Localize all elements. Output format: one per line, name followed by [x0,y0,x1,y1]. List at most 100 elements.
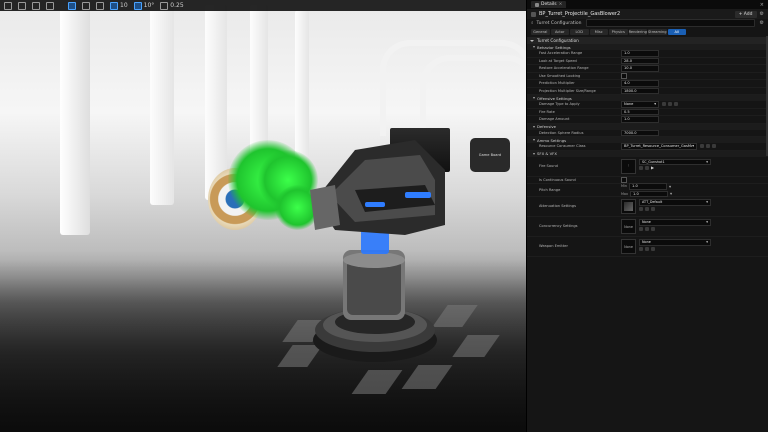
grid-snap-button[interactable]: 10 [110,0,128,11]
edit-icon[interactable] [706,144,710,149]
pitch-max-field[interactable]: 1.0 [630,190,669,197]
property-label: Is Continuous Sound [539,177,576,182]
property-label: Concurrency Settings [539,224,578,228]
tab-general[interactable]: General [531,29,550,35]
grid-snap-value: 10 [120,2,128,9]
tab-streaming[interactable]: Streaming [648,29,667,35]
asset-controls: None ▾ [639,219,711,231]
browse-icon[interactable] [639,226,643,231]
fast-acceleration-range-field[interactable]: 1.0 [621,50,659,57]
tab-actor[interactable]: Actor [550,29,569,35]
property-row: Fire Sound ⫶ SC_Gunshot1 ▾ ▶ [527,157,768,177]
rotate-button[interactable] [82,1,90,10]
clear-icon[interactable] [674,102,678,107]
tab-misc[interactable]: Misc [589,29,608,35]
add-component-button[interactable]: + Add [734,10,757,18]
details-tab[interactable]: Details × [531,1,567,8]
restore-acceleration-range-field[interactable]: 10.0 [621,65,659,72]
browse-icon[interactable] [639,166,643,170]
clear-icon[interactable] [651,226,655,231]
angle-snap-button[interactable]: 10° [133,0,154,11]
attenuation-thumbnail[interactable] [621,199,636,214]
damage-amount-field[interactable]: 1.0 [621,116,659,123]
concurrency-thumbnail[interactable]: None [621,219,636,234]
chevron-down-icon [533,46,535,48]
property-label: Attenuation Settings [539,204,576,208]
tab-lod[interactable]: LOD [570,29,589,35]
fire-sound-dropdown[interactable]: SC_Gunshot1 ▾ [639,158,711,165]
settings-icon[interactable]: ⚙ [760,20,764,26]
translate-icon [68,1,76,10]
reset-icon[interactable] [662,102,666,107]
is-continuous-sound-checkbox[interactable] [621,176,627,183]
prediction-multiplier-field[interactable]: 4.0 [621,80,659,87]
tab-all[interactable]: All [667,29,686,35]
thumbnail-text: None [624,244,633,249]
play-icon[interactable]: ▶ [651,166,655,170]
fire-rate-field[interactable]: 0.5 [621,108,659,115]
show-icon [46,1,54,10]
show-button[interactable] [46,1,54,10]
browse-icon[interactable] [700,144,704,149]
section-turret-configuration[interactable]: Turret Configuration [527,37,768,44]
property-label: Pitch Range [539,188,561,192]
menu-icon [4,1,12,10]
details-search-row: ⌕ Turret Configuration ⚙ [527,19,768,27]
scale-button[interactable] [96,1,104,10]
damage-type-dropdown[interactable]: None ▾ [621,101,659,108]
concurrency-dropdown[interactable]: None ▾ [639,219,711,226]
details-search-input[interactable] [586,19,755,27]
level-viewport[interactable]: Game Board 10 10° 0.25 [0,0,526,432]
gear-icon[interactable]: ⚙ [760,11,764,17]
browse-icon[interactable] [668,102,672,107]
chevron-down-icon: ▾ [706,159,708,164]
attenuation-dropdown[interactable]: ATT_Default ▾ [639,199,711,206]
detection-sphere-radius-field[interactable]: 7000.0 [621,129,659,136]
translate-button[interactable] [68,1,76,10]
close-icon[interactable]: × [559,2,563,7]
details-icon [535,2,539,7]
find-icon[interactable] [645,226,649,231]
use-smoothed-looking-checkbox[interactable] [621,72,627,79]
browse-icon[interactable] [639,206,643,211]
scale-snap-button[interactable]: 0.25 [160,0,184,11]
pitch-min-field[interactable]: 1.0 [629,183,668,190]
weapon-emitter-dropdown[interactable]: None ▾ [639,239,711,246]
lit-mode-button[interactable] [32,1,40,10]
clear-icon[interactable] [651,246,655,251]
sound-wave-icon: ⫶ [628,164,629,168]
asset-controls: SC_Gunshot1 ▾ ▶ [639,158,711,170]
property-row: Fast Acceleration Range 1.0 [527,50,768,58]
tab-physics[interactable]: Physics [609,29,628,35]
weapon-emitter-thumbnail[interactable]: None [621,239,636,254]
pitch-range-fields: Min 1.0 ▾ Max 1.0 ▾ [621,183,672,197]
property-label: Damage Type to Apply [539,102,580,107]
resource-consumer-class-dropdown[interactable]: BP_Turret_Resource_Consumer_GasMa... ▾ [621,143,697,150]
chevron-down-icon: ▾ [706,220,708,224]
property-row: Attenuation Settings ATT_Default ▾ [527,197,768,217]
clear-icon[interactable] [712,144,716,149]
fire-sound-thumbnail[interactable]: ⫶ [621,158,636,174]
clear-icon[interactable] [651,206,655,211]
find-icon[interactable] [645,166,649,170]
property-label: Fire Rate [539,109,555,114]
viewport-menu-button[interactable] [4,1,12,10]
chevron-down-icon: ▾ [692,144,694,148]
actor-name[interactable]: BP_Turret_Projectile_GasBlower2 [539,11,620,17]
projection-multiplier-field[interactable]: 1800.0 [621,87,659,94]
chevron-down-icon: ▾ [706,240,708,244]
browse-icon[interactable] [639,246,643,251]
turret-actor[interactable] [295,130,465,380]
chevron-down-icon[interactable]: ▾ [669,184,671,189]
find-icon[interactable] [645,206,649,211]
chevron-down-icon[interactable]: ▾ [670,191,672,196]
look-at-target-speed-field[interactable]: 28.0 [621,57,659,64]
find-icon[interactable] [645,246,649,251]
tab-rendering[interactable]: Rendering [628,29,647,35]
asset-actions [639,226,711,231]
perspective-button[interactable] [18,1,26,10]
actor-header: BP_Turret_Projectile_GasBlower2 + Add ⚙ [527,9,768,19]
property-actions [662,102,678,107]
category-tabs: General Actor LOD Misc Physics Rendering… [527,27,768,37]
close-panel-icon[interactable]: × [760,2,764,8]
